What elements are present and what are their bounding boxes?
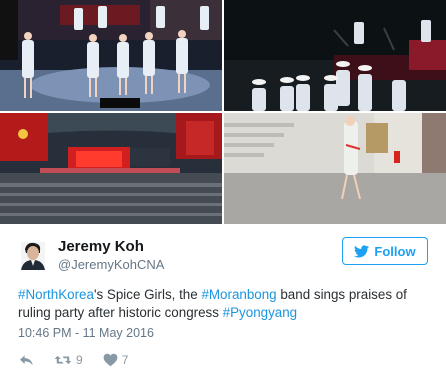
hashtag-moranbong[interactable]: #Moranbong bbox=[201, 287, 276, 302]
like-count: 7 bbox=[121, 353, 129, 367]
follow-label: Follow bbox=[374, 243, 416, 259]
tweet-text-segment: 's Spice Girls, the bbox=[93, 287, 202, 302]
author-name[interactable]: Jeremy Koh bbox=[58, 238, 144, 255]
follow-button[interactable]: Follow bbox=[342, 237, 428, 265]
media-photo-2[interactable] bbox=[224, 0, 446, 111]
retweet-count: 9 bbox=[76, 353, 83, 367]
media-photo-3[interactable] bbox=[0, 113, 222, 224]
band-performance-photo bbox=[224, 0, 446, 111]
tweet-actions: 9 7 bbox=[18, 351, 128, 369]
tweet-text: #NorthKorea's Spice Girls, the #Moranbon… bbox=[18, 286, 438, 322]
tweet-timestamp[interactable]: 10:46 PM - 11 May 2016 bbox=[18, 326, 154, 340]
profile-photo-icon bbox=[17, 238, 49, 270]
twitter-bird-icon bbox=[354, 244, 370, 257]
author-handle[interactable]: @JeremyKohCNA bbox=[58, 257, 164, 272]
stage-performers-photo bbox=[0, 0, 222, 111]
media-photo-1[interactable] bbox=[0, 0, 222, 111]
performer-hallway-photo bbox=[224, 113, 446, 224]
hashtag-north-korea[interactable]: #NorthKorea bbox=[18, 287, 94, 302]
media-photo-4[interactable] bbox=[224, 113, 446, 224]
media-grid bbox=[0, 0, 446, 224]
reply-icon bbox=[20, 355, 33, 366]
arena-crowd-photo bbox=[0, 113, 222, 224]
reply-button[interactable] bbox=[18, 353, 34, 367]
retweet-icon bbox=[54, 355, 72, 365]
like-button[interactable]: 7 bbox=[103, 353, 129, 367]
avatar[interactable] bbox=[17, 238, 49, 270]
retweet-button[interactable]: 9 bbox=[54, 353, 83, 367]
hashtag-pyongyang[interactable]: #Pyongyang bbox=[223, 305, 297, 320]
heart-icon bbox=[103, 353, 118, 367]
